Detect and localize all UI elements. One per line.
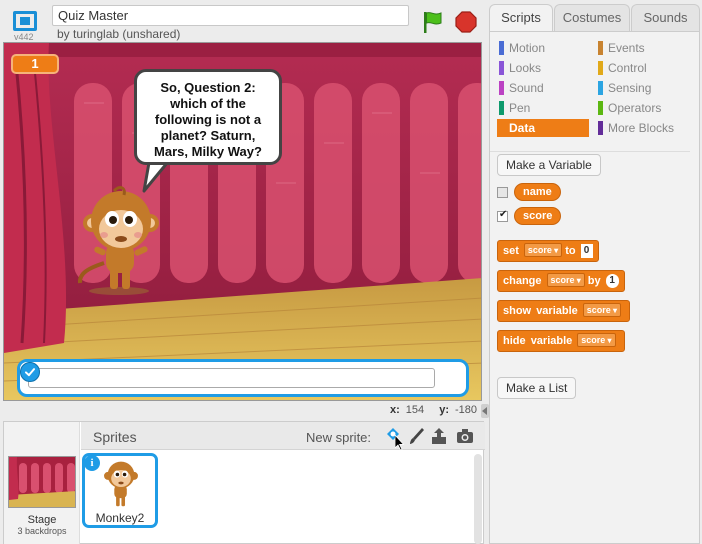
category-control[interactable]: Control: [596, 59, 688, 77]
block-word: to: [565, 245, 576, 257]
collapse-stage-icon[interactable]: [481, 404, 489, 418]
category-label: Pen: [509, 101, 531, 115]
category-motion[interactable]: Motion: [497, 39, 589, 57]
swatch: [499, 61, 504, 75]
stage[interactable]: 1 So, Question 2: which of the following…: [3, 42, 482, 401]
category-list: Motion Events Looks Control Sound Sensin…: [497, 39, 688, 147]
variable-monitor[interactable]: 1: [11, 54, 59, 74]
category-label: Looks: [509, 61, 542, 75]
block-word: hide: [503, 335, 526, 347]
green-flag-icon[interactable]: [421, 10, 445, 34]
sprite-name: Monkey2: [95, 511, 145, 525]
x-value: 154: [405, 404, 425, 416]
upload-icon[interactable]: [429, 426, 449, 446]
variable-dropdown[interactable]: score: [523, 243, 563, 257]
change-variable-block[interactable]: change scoreby 1: [497, 270, 625, 292]
swatch: [499, 41, 504, 55]
block-palette: Motion Events Looks Control Sound Sensin…: [489, 31, 700, 544]
value-input[interactable]: 0: [580, 244, 593, 258]
variable-checkbox-name[interactable]: [497, 187, 508, 198]
sprite-tile-monkey2[interactable]: i Monkey2: [82, 453, 158, 528]
sprites-scrollbar[interactable]: [474, 454, 482, 544]
check-icon[interactable]: [20, 362, 40, 382]
variable-reporter-name[interactable]: name: [514, 183, 561, 201]
tab-scripts[interactable]: Scripts: [489, 4, 553, 34]
category-data[interactable]: Data: [497, 119, 589, 137]
category-sensing[interactable]: Sensing: [596, 79, 688, 97]
stage-thumbnail[interactable]: [8, 456, 76, 508]
category-events[interactable]: Events: [596, 39, 688, 57]
sprites-header: Sprites New sprite:: [81, 422, 485, 450]
block-word: by: [587, 275, 601, 287]
category-pen[interactable]: Pen: [497, 99, 589, 117]
category-label: Events: [608, 41, 645, 55]
variable-dropdown[interactable]: score: [546, 273, 585, 287]
speech-bubble: So, Question 2: which of the following i…: [134, 69, 282, 165]
project-byline: by turinglab (unshared): [57, 27, 181, 41]
stop-icon[interactable]: [455, 11, 477, 33]
swatch: [598, 81, 603, 95]
category-label: Control: [608, 61, 647, 75]
ask-answer-box: [17, 359, 469, 397]
block-word: show: [503, 305, 532, 317]
variable-reporter-score[interactable]: score: [514, 207, 562, 225]
info-icon[interactable]: i: [84, 455, 100, 471]
swatch: [598, 61, 603, 75]
category-label: Motion: [509, 41, 546, 55]
stage-selector[interactable]: Stage 3 backdrops: [4, 422, 80, 544]
mouse-coordinates: x: 154 y: -180: [390, 404, 489, 416]
category-looks[interactable]: Looks: [497, 59, 589, 77]
sprite-thumbnail: [104, 461, 138, 507]
category-label: Data: [509, 121, 536, 135]
swatch: [499, 81, 504, 95]
variable-checkbox-score[interactable]: [497, 209, 508, 222]
swatch: [598, 41, 603, 55]
make-list-button[interactable]: Make a List: [497, 377, 577, 399]
block-word: change: [503, 275, 542, 287]
scratch-editor: v442 by turinglab (unshared): [0, 0, 702, 544]
category-more-blocks[interactable]: More Blocks: [596, 119, 688, 137]
fullscreen-icon[interactable]: [9, 9, 41, 33]
project-title-input[interactable]: [52, 5, 409, 26]
cursor-icon: [395, 435, 405, 451]
swatch: [598, 101, 603, 115]
y-label: y:: [439, 404, 449, 416]
block-word: variable: [530, 335, 573, 347]
block-word: variable: [536, 305, 578, 317]
category-label: Operators: [608, 101, 662, 115]
y-value: -180: [454, 404, 478, 416]
variable-dropdown[interactable]: score: [582, 303, 622, 317]
stage-label: Stage: [27, 514, 57, 526]
paint-icon[interactable]: [407, 426, 427, 446]
category-divider: [490, 151, 690, 152]
editor-tabs: Scripts Costumes Sounds: [489, 4, 702, 34]
sprites-title: Sprites: [93, 429, 137, 445]
category-label: Sensing: [608, 81, 652, 95]
hide-variable-block[interactable]: hide variable score: [497, 330, 625, 352]
make-variable-button[interactable]: Make a Variable: [497, 154, 601, 176]
show-variable-block[interactable]: show variable score: [497, 300, 631, 322]
category-label: More Blocks: [608, 121, 675, 135]
backdrop-count: 3 backdrops: [17, 526, 67, 536]
tab-costumes[interactable]: Costumes: [554, 4, 630, 32]
swatch: [499, 101, 504, 115]
answer-input[interactable]: [28, 368, 435, 388]
camera-icon[interactable]: [455, 426, 475, 446]
block-word: set: [503, 245, 519, 257]
category-sound[interactable]: Sound: [497, 79, 589, 97]
tab-sounds[interactable]: Sounds: [631, 4, 700, 32]
x-label: x:: [390, 404, 400, 416]
version-label: v442: [14, 32, 34, 42]
new-sprite-label: New sprite:: [306, 430, 372, 445]
variable-dropdown[interactable]: score: [577, 333, 616, 347]
value-input[interactable]: 1: [605, 274, 619, 288]
category-operators[interactable]: Operators: [596, 99, 688, 117]
sprites-panel: Stage 3 backdrops Sprites New sprite: i …: [3, 421, 485, 544]
swatch: [598, 121, 603, 135]
set-variable-block[interactable]: set scoreto 0: [497, 240, 599, 262]
category-label: Sound: [509, 81, 544, 95]
